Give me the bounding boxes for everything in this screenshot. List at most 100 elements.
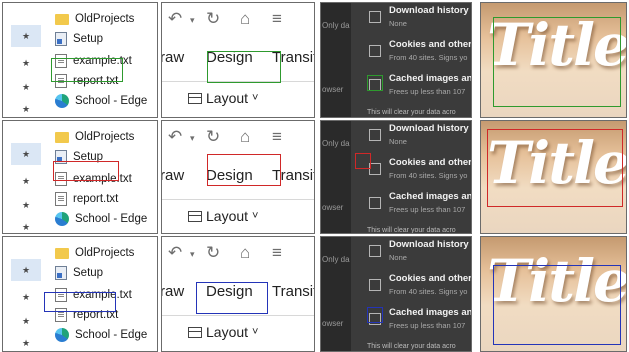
- file-name: OldProjects: [75, 247, 135, 259]
- highlight-box-design-tab: [207, 154, 281, 186]
- option-subtitle: Frees up less than 107: [389, 321, 466, 330]
- present-icon[interactable]: ⌂: [240, 127, 250, 147]
- layout-label: Layout: [206, 324, 249, 340]
- option-subtitle: None: [389, 253, 407, 262]
- backdrop-text: owser: [322, 203, 344, 212]
- backdrop-text: owser: [322, 319, 344, 328]
- backdrop-text: Only da: [322, 255, 350, 264]
- file-name: School - Edge: [75, 329, 148, 341]
- setup-file-icon: [55, 266, 67, 280]
- layout-button[interactable]: Layout ˅: [188, 90, 258, 106]
- checkbox[interactable]: [369, 279, 381, 291]
- redo-icon[interactable]: ↻: [206, 127, 220, 147]
- highlight-box-title: [493, 17, 621, 107]
- tab-draw[interactable]: raw: [162, 49, 184, 66]
- backdrop-text: owser: [322, 85, 344, 94]
- setup-file-icon: [55, 32, 67, 46]
- option-title: Cached images and: [389, 191, 472, 202]
- option-subtitle: Frees up less than 107: [389, 205, 466, 214]
- chevron-down-icon[interactable]: ▾: [190, 133, 195, 144]
- navigation-pane: ★ ★ ★ ★: [3, 3, 47, 117]
- pin-icon[interactable]: ★: [11, 143, 41, 165]
- customize-icon[interactable]: ≡: [272, 127, 282, 147]
- quick-access-toolbar: ↶ ↻ ⌂ ≡ ▾: [162, 3, 314, 41]
- file-list-item[interactable]: Setup: [55, 263, 103, 283]
- file-list-item[interactable]: School - Edge: [55, 325, 147, 345]
- pin-icon[interactable]: ★: [21, 81, 31, 93]
- folder-icon: [55, 131, 69, 143]
- ribbon-panel: ↶ ↻ ⌂ ≡ ▾ raw Design Transit Layout ˅: [161, 2, 315, 118]
- customize-icon[interactable]: ≡: [272, 9, 282, 29]
- ribbon-divider: [162, 199, 314, 200]
- highlight-box-title: [487, 129, 623, 207]
- clear-data-panel: Only da owser Download history None Cookies …: [320, 2, 472, 118]
- layout-label: Layout: [206, 208, 249, 224]
- file-list-item[interactable]: School - Edge: [55, 209, 147, 229]
- pin-icon[interactable]: ★: [11, 25, 41, 47]
- layout-icon: [188, 92, 202, 104]
- file-name: report.txt: [73, 193, 119, 205]
- pin-icon[interactable]: ★: [21, 103, 31, 115]
- tab-draw[interactable]: raw: [162, 283, 184, 300]
- customize-icon[interactable]: ≡: [272, 243, 282, 263]
- file-name: OldProjects: [75, 131, 135, 143]
- option-subtitle: None: [389, 19, 407, 28]
- highlight-box-setup: [53, 161, 119, 181]
- pin-icon[interactable]: ★: [21, 221, 31, 233]
- highlight-box-design-tab: [196, 282, 268, 314]
- option-subtitle: From 40 sites. Signs yo: [389, 287, 468, 296]
- checkbox[interactable]: [369, 245, 381, 257]
- option-title: Download history: [389, 123, 469, 134]
- edge-icon: [55, 328, 69, 342]
- pin-icon[interactable]: ★: [21, 315, 31, 327]
- layout-icon: [188, 326, 202, 338]
- file-list-item[interactable]: report.txt: [55, 189, 118, 209]
- present-icon[interactable]: ⌂: [240, 243, 250, 263]
- title-image-panel: Title: [480, 120, 627, 234]
- highlight-box-checkbox: [367, 75, 383, 91]
- checkbox[interactable]: [369, 129, 381, 141]
- option-subtitle: From 40 sites. Signs yo: [389, 53, 468, 62]
- ribbon-commands: Layout ˅: [162, 85, 314, 115]
- file-list-item[interactable]: Setup: [55, 29, 103, 49]
- file-name: School - Edge: [75, 213, 148, 225]
- file-list-item[interactable]: OldProjects: [55, 127, 134, 147]
- pin-icon[interactable]: ★: [21, 291, 31, 303]
- pin-icon[interactable]: ★: [21, 57, 31, 69]
- layout-icon: [188, 210, 202, 222]
- ribbon-divider: [162, 315, 314, 316]
- dialog-footer-text: This will clear your data acro: [367, 343, 456, 350]
- folder-icon: [55, 247, 69, 259]
- redo-icon[interactable]: ↻: [206, 243, 220, 263]
- undo-icon[interactable]: ↶: [168, 127, 182, 147]
- checkbox[interactable]: [369, 197, 381, 209]
- file-list-item[interactable]: OldProjects: [55, 9, 134, 29]
- highlight-box-checkbox: [367, 307, 383, 323]
- title-image-panel: Title: [480, 236, 627, 352]
- file-explorer-panel: ★ ★ ★ ★ OldProjects Setup example.txt report.tx…: [2, 2, 158, 118]
- chevron-down-icon[interactable]: ▾: [190, 15, 195, 26]
- clear-data-panel: Only da owser Download history None Cookies …: [320, 236, 472, 352]
- pin-icon[interactable]: ★: [21, 337, 31, 349]
- present-icon[interactable]: ⌂: [240, 9, 250, 29]
- undo-icon[interactable]: ↶: [168, 243, 182, 263]
- option-subtitle: From 40 sites. Signs yo: [389, 171, 468, 180]
- undo-icon[interactable]: ↶: [168, 9, 182, 29]
- chevron-down-icon[interactable]: ▾: [190, 249, 195, 260]
- ribbon-commands: Layout ˅: [162, 319, 314, 349]
- file-name: OldProjects: [75, 13, 135, 25]
- layout-button[interactable]: Layout ˅: [188, 208, 258, 224]
- redo-icon[interactable]: ↻: [206, 9, 220, 29]
- file-list-item[interactable]: School - Edge: [55, 91, 147, 111]
- tab-draw[interactable]: raw: [162, 167, 184, 184]
- checkbox[interactable]: [369, 11, 381, 23]
- file-name: School - Edge: [75, 95, 148, 107]
- pin-icon[interactable]: ★: [21, 199, 31, 211]
- pin-icon[interactable]: ★: [21, 175, 31, 187]
- checkbox[interactable]: [369, 45, 381, 57]
- file-list-item[interactable]: OldProjects: [55, 243, 134, 263]
- highlight-box-design-tab: [207, 51, 281, 83]
- layout-button[interactable]: Layout ˅: [188, 324, 258, 340]
- tab-transitions[interactable]: Transit: [272, 283, 314, 300]
- pin-icon[interactable]: ★: [11, 259, 41, 281]
